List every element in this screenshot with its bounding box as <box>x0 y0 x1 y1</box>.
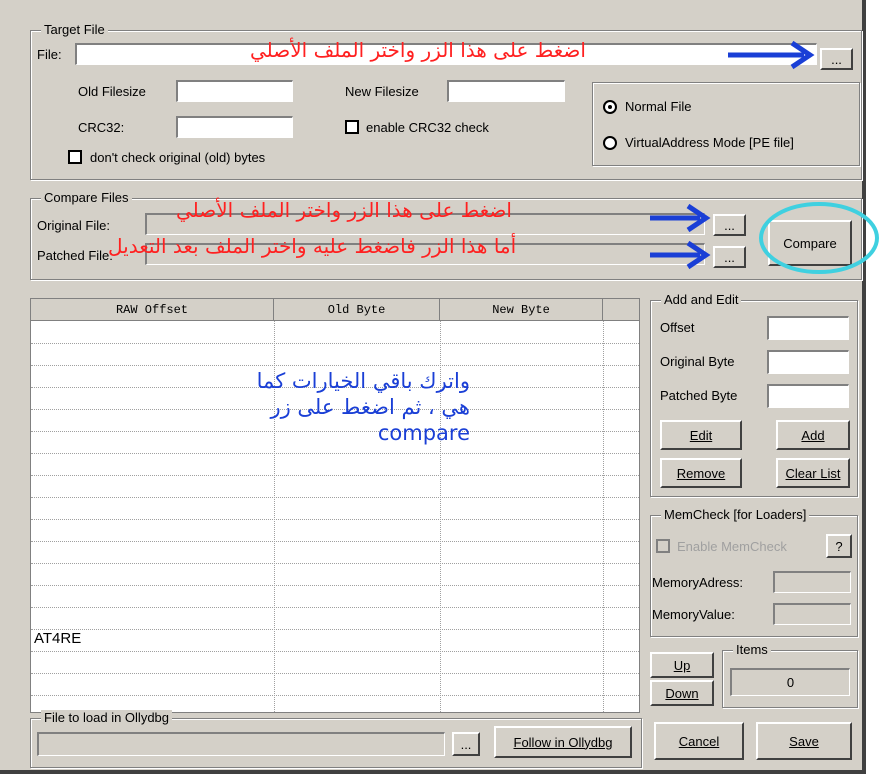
center-note-line-1: واترك باقي الخيارات كما <box>256 369 470 393</box>
enable-memcheck-checkbox[interactable] <box>656 539 670 553</box>
new-filesize-field[interactable] <box>447 80 565 102</box>
watermark-text: AT4RE <box>34 630 82 647</box>
center-note-line-3: compare <box>377 421 470 445</box>
memory-value-field[interactable] <box>773 603 851 625</box>
col-raw-offset[interactable]: RAW Offset <box>31 299 274 321</box>
enable-crc32-label: enable CRC32 check <box>366 120 489 135</box>
table-row <box>31 475 639 476</box>
memory-value-label: MemoryValue: <box>652 607 735 622</box>
target-file-title: Target File <box>41 22 108 37</box>
items-count: 0 <box>786 675 795 690</box>
old-filesize-field[interactable] <box>176 80 293 102</box>
col-divider <box>603 321 604 712</box>
original-byte-label: Original Byte <box>660 354 735 369</box>
normal-file-label: Normal File <box>625 99 692 114</box>
memory-address-field[interactable] <box>773 571 851 593</box>
patched-file-label: Patched File: <box>37 248 113 263</box>
dont-check-label: don't check original (old) bytes <box>90 150 266 165</box>
crc32-field[interactable] <box>176 116 293 138</box>
patched-browse-button[interactable]: ... <box>713 246 746 268</box>
down-button-label: Down <box>665 685 699 701</box>
original-byte-field[interactable] <box>767 350 849 374</box>
file-label: File: <box>37 47 62 62</box>
edit-button-label: Edit <box>689 427 713 443</box>
table-row <box>31 673 639 674</box>
up-button[interactable]: Up <box>650 652 714 678</box>
table-row <box>31 453 639 454</box>
new-filesize-label: New Filesize <box>345 84 419 99</box>
table-row <box>31 519 639 520</box>
edit-button[interactable]: Edit <box>660 420 742 450</box>
table-row <box>31 651 639 652</box>
add-button-label: Add <box>801 427 825 443</box>
patched-byte-field[interactable] <box>767 384 849 408</box>
save-button-label: Save <box>789 733 819 749</box>
enable-memcheck-label: Enable MemCheck <box>677 539 787 554</box>
annotation-arrow-text-1: اضغط على هذا الزر واختر الملف الأصلي <box>250 38 586 62</box>
save-button[interactable]: Save <box>756 722 852 760</box>
patched-byte-label: Patched Byte <box>660 388 738 403</box>
table-row <box>31 365 639 366</box>
table-row <box>31 585 639 586</box>
add-button[interactable]: Add <box>776 420 850 450</box>
crc32-label: CRC32: <box>78 120 125 135</box>
table-row <box>31 607 639 608</box>
center-note: واترك باقي الخيارات كما هي ، ثم اضغط على… <box>160 368 470 446</box>
offset-label: Offset <box>660 320 695 335</box>
clear-list-button-label: Clear List <box>785 465 841 481</box>
down-button[interactable]: Down <box>650 680 714 706</box>
compare-highlight-circle <box>759 202 879 274</box>
target-browse-button[interactable]: ... <box>820 48 853 70</box>
annotation-arrow-2 <box>650 203 711 233</box>
file-mode-group <box>592 82 860 166</box>
follow-in-ollydbg-label: Follow in Ollydbg <box>513 734 613 750</box>
center-note-line-2: هي ، ثم اضغط على زر <box>270 395 470 419</box>
table-row <box>31 343 639 344</box>
memory-address-label: MemoryAdress: <box>652 575 744 590</box>
items-count-field: 0 <box>730 668 850 696</box>
dont-check-checkbox[interactable] <box>68 150 82 164</box>
items-title: Items <box>733 642 771 657</box>
memcheck-help-button[interactable]: ? <box>826 534 852 558</box>
up-button-label: Up <box>673 657 691 673</box>
original-browse-button[interactable]: ... <box>713 214 746 236</box>
compare-files-title: Compare Files <box>41 190 132 205</box>
ollydbg-title: File to load in Ollydbg <box>41 710 173 725</box>
patch-table[interactable]: RAW Offset Old Byte New Byte <box>30 298 640 713</box>
patcher-window: Target File File: ... Old Filesize New F… <box>0 0 879 774</box>
annotation-arrow-text-3: أما هذا الزر فاضغط عليه واختر الملف بعد … <box>108 234 517 258</box>
ollydbg-browse-button[interactable]: ... <box>452 732 480 756</box>
annotation-arrow-1 <box>728 40 815 70</box>
virtual-address-radio[interactable] <box>603 136 617 150</box>
remove-button[interactable]: Remove <box>660 458 742 488</box>
add-edit-title: Add and Edit <box>661 292 742 307</box>
clear-list-button[interactable]: Clear List <box>776 458 850 488</box>
col-old-byte[interactable]: Old Byte <box>274 299 440 321</box>
offset-field[interactable] <box>767 316 849 340</box>
normal-file-radio[interactable] <box>603 100 617 114</box>
col-filler <box>603 299 639 321</box>
table-row <box>31 563 639 564</box>
memcheck-title: MemCheck [for Loaders] <box>661 507 810 522</box>
remove-button-label: Remove <box>676 465 726 481</box>
follow-in-ollydbg-button[interactable]: Follow in Ollydbg <box>494 726 632 758</box>
cancel-button[interactable]: Cancel <box>654 722 744 760</box>
col-new-byte[interactable]: New Byte <box>440 299 603 321</box>
old-filesize-label: Old Filesize <box>78 84 146 99</box>
table-row <box>31 629 639 630</box>
virtual-address-label: VirtualAddress Mode [PE file] <box>625 135 794 150</box>
annotation-arrow-3 <box>650 240 711 270</box>
table-row <box>31 497 639 498</box>
ollydbg-file-field[interactable] <box>37 732 445 756</box>
enable-crc32-checkbox[interactable] <box>345 120 359 134</box>
table-row <box>31 695 639 696</box>
table-row <box>31 541 639 542</box>
original-file-label: Original File: <box>37 218 110 233</box>
annotation-arrow-text-2: اضغط على هذا الزر واختر الملف الأصلي <box>176 198 512 222</box>
cancel-button-label: Cancel <box>678 733 720 749</box>
